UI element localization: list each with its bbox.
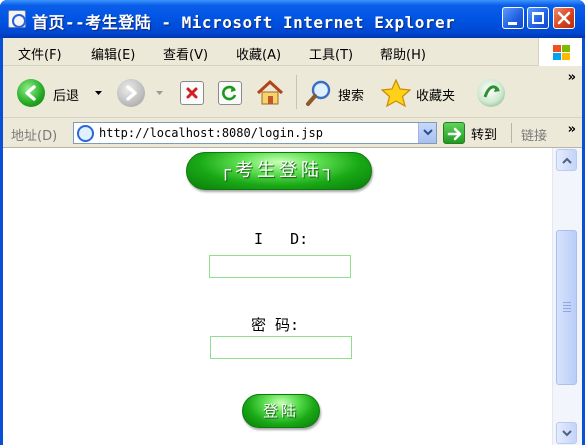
links-button[interactable]: 链接 [521, 125, 547, 144]
maximize-icon [532, 12, 544, 24]
title-bar[interactable]: 首页--考生登陆 - Microsoft Internet Explorer [0, 0, 585, 38]
vertical-scrollbar[interactable] [552, 148, 582, 445]
scroll-up-button[interactable] [556, 149, 577, 171]
id-input[interactable] [209, 255, 351, 278]
password-input[interactable] [210, 336, 352, 359]
id-label: I D: [254, 230, 309, 248]
ie-page-icon [8, 10, 26, 28]
media-icon[interactable] [477, 79, 505, 107]
menu-bar: 文件(F) 编辑(E) 查看(V) 收藏(A) 工具(T) 帮助(H) [3, 38, 582, 66]
refresh-icon[interactable] [218, 81, 242, 105]
chevron-down-icon [423, 129, 433, 136]
header-corner-left: ┌ [220, 160, 235, 181]
home-icon[interactable] [255, 78, 285, 106]
password-label: 密 码: [251, 316, 300, 334]
forward-dropdown-icon [156, 91, 163, 95]
page-content: ┌考生登陆┐ I D: 密 码: 登陆 [3, 148, 552, 445]
header-corner-right: ┐ [323, 160, 338, 181]
address-separator [511, 123, 512, 143]
search-label: 搜索 [338, 89, 365, 104]
address-url[interactable]: http://localhost:8080/login.jsp [99, 126, 323, 140]
address-label: 地址(D) [11, 129, 58, 144]
go-button[interactable]: 转到 [471, 124, 497, 143]
menu-help[interactable]: 帮助(H) [380, 44, 426, 63]
browser-window: 首页--考生登陆 - Microsoft Internet Explorer 文… [0, 0, 585, 445]
favorites-button[interactable]: 收藏夹 [381, 79, 467, 107]
menu-view[interactable]: 查看(V) [163, 44, 208, 63]
login-header-banner: ┌考生登陆┐ [186, 152, 372, 190]
favorites-star-icon [381, 79, 411, 107]
stop-icon[interactable] [180, 81, 204, 105]
windows-logo-icon [538, 38, 582, 66]
scroll-down-button[interactable] [556, 422, 577, 444]
close-icon [557, 11, 571, 25]
toolbar-separator [296, 75, 297, 109]
standard-toolbar: 后退 搜索 收藏夹 » [3, 66, 582, 118]
go-arrow-icon[interactable] [443, 122, 465, 144]
menu-edit[interactable]: 编辑(E) [91, 44, 135, 63]
window-title: 首页--考生登陆 - Microsoft Internet Explorer [32, 13, 456, 32]
chevron-down-icon [562, 430, 572, 437]
address-dropdown-button[interactable] [418, 123, 436, 143]
minimize-button[interactable] [502, 7, 524, 29]
search-button[interactable]: 搜索 [305, 79, 371, 107]
forward-button[interactable] [117, 79, 167, 107]
back-arrow-icon [17, 79, 45, 107]
scrollbar-thumb[interactable] [556, 230, 577, 385]
toolbar-overflow-chevron[interactable]: » [568, 70, 576, 85]
favorites-label: 收藏夹 [416, 89, 456, 104]
address-bar: 地址(D) http://localhost:8080/login.jsp 转到… [3, 118, 582, 148]
menu-favorites[interactable]: 收藏(A) [236, 44, 281, 63]
ie-page-icon [77, 125, 94, 142]
login-button[interactable]: 登陆 [242, 394, 320, 428]
close-button[interactable] [553, 7, 575, 29]
menu-file[interactable]: 文件(F) [18, 44, 62, 63]
maximize-button[interactable] [527, 7, 549, 29]
forward-arrow-icon [117, 79, 145, 107]
menu-tools[interactable]: 工具(T) [309, 44, 353, 63]
back-dropdown-icon[interactable] [95, 91, 102, 96]
minimize-icon [508, 22, 517, 25]
chevron-up-icon [562, 157, 572, 164]
search-icon [306, 80, 331, 106]
back-label: 后退 [53, 89, 80, 104]
address-field[interactable]: http://localhost:8080/login.jsp [73, 122, 437, 144]
back-button[interactable]: 后退 [17, 79, 102, 107]
page-title: 考生登陆 [235, 160, 323, 181]
links-overflow-chevron[interactable]: » [568, 122, 576, 137]
